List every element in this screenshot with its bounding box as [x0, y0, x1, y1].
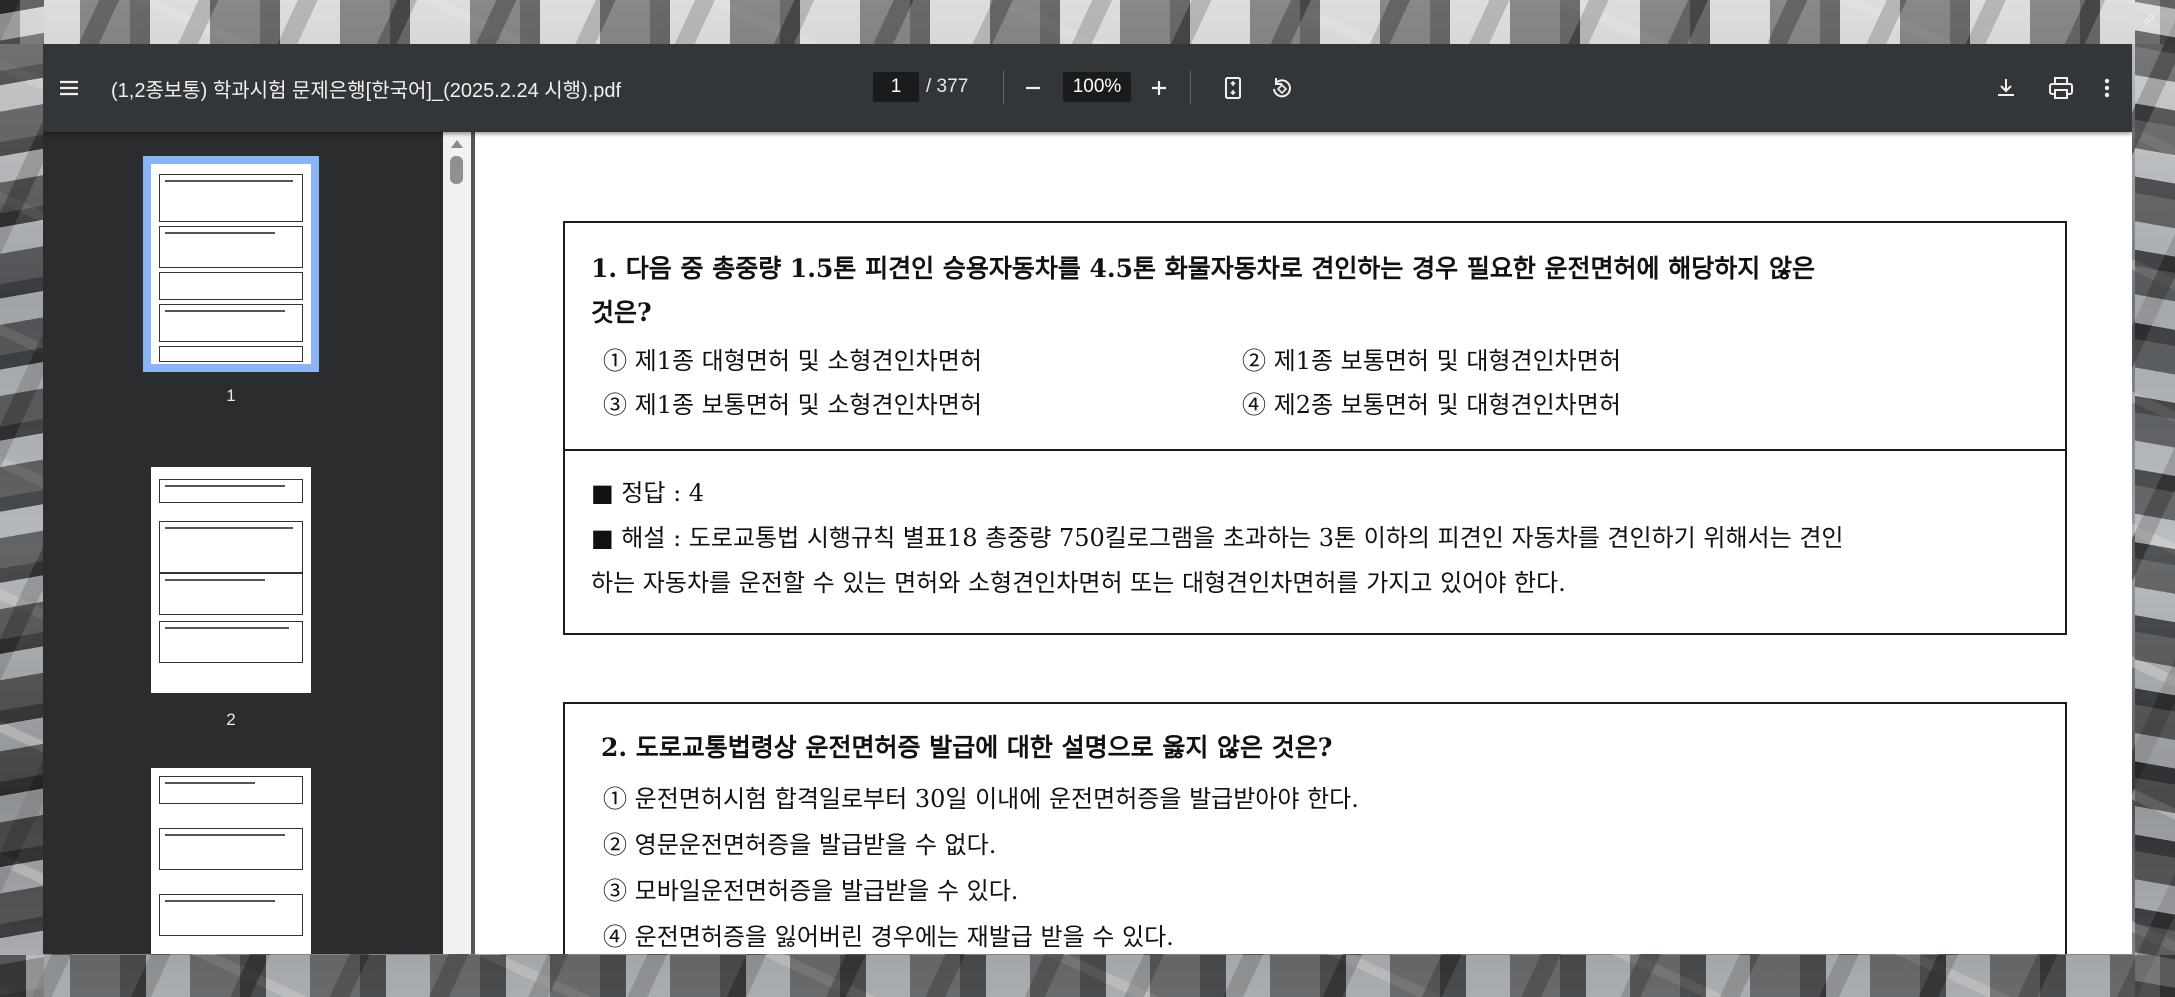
question-1-explanation-line-1: ■ 해설 : 도로교통법 시행규칙 별표18 총중량 750킬로그램을 초과하는… [591, 524, 1844, 552]
thumbnail-content [159, 776, 303, 804]
thumbnail-text [165, 180, 293, 182]
page-total: / 377 [926, 76, 969, 97]
question-2-option-4: ④ 운전면허증을 잃어버린 경우에는 재발급 받을 수 있다. [603, 923, 1174, 951]
plus-icon [1152, 81, 1166, 95]
thumbnail-text [165, 485, 285, 487]
document-title: (1,2종보통) 학과시험 문제은행[한국어]_(2025.2.24 시행).p… [111, 80, 622, 102]
question-2-option-3: ③ 모바일운전면허증을 발급받을 수 있다. [603, 877, 1019, 905]
background-photo-right [2135, 0, 2175, 997]
question-1-text: 1. 다음 중 총중량 1.5톤 피견인 승용자동차를 4.5톤 화물자동차로 … [591, 247, 2041, 335]
background-photo-top [0, 0, 2175, 44]
thumbnail-text [165, 579, 265, 581]
thumbnail-text [165, 232, 275, 234]
question-1-option-3: ③ 제1종 보통면허 및 소형견인차면허 [603, 391, 982, 419]
fit-page-button[interactable] [1213, 68, 1253, 108]
rotate-icon [1273, 78, 1291, 98]
background-photo-bottom [0, 955, 2175, 997]
menu-icon [60, 80, 78, 96]
question-1-line-2: 것은? [591, 298, 652, 327]
print-icon [2049, 77, 2073, 99]
menu-button[interactable] [49, 68, 89, 108]
fit-page-icon [1225, 77, 1241, 99]
page-number-input[interactable]: 1 [873, 72, 919, 102]
zoom-in-button[interactable] [1139, 68, 1179, 108]
question-1-explanation-line-2: 하는 자동차를 운전할 수 있는 면허와 소형견인차면허 또는 대형견인차면허를… [591, 569, 1566, 597]
download-button[interactable] [1986, 68, 2026, 108]
thumbnail-content [159, 272, 303, 300]
zoom-level-input[interactable]: 100% [1063, 72, 1131, 102]
pdf-toolbar: (1,2종보통) 학과시험 문제은행[한국어]_(2025.2.24 시행).p… [43, 44, 2132, 132]
question-2-option-1: ① 운전면허시험 합격일로부터 30일 이내에 운전면허증을 발급받아야 한다. [603, 785, 1359, 813]
rotate-button[interactable] [1262, 68, 1302, 108]
question-1-divider [565, 449, 2065, 451]
page-thumbnail-2[interactable] [151, 467, 311, 693]
thumbnail-content [159, 479, 303, 503]
question-2-box: 2. 도로교통법령상 운전면허증 발급에 대한 설명으로 옳지 않은 것은? ①… [563, 702, 2067, 954]
thumbnail-text [165, 834, 285, 836]
screen-corner-icon[interactable]: ⇗ [2137, 8, 2161, 32]
thumbnail-text [165, 310, 285, 312]
question-2-option-2: ② 영문운전면허증을 발급받을 수 없다. [603, 831, 997, 859]
thumbnail-text [165, 527, 293, 529]
more-options-button[interactable] [2087, 68, 2127, 108]
zoom-out-button[interactable] [1013, 68, 1053, 108]
scroll-up-arrow-icon[interactable] [451, 140, 463, 148]
question-1-box: 1. 다음 중 총중량 1.5톤 피견인 승용자동차를 4.5톤 화물자동차로 … [563, 221, 2067, 635]
thumbnail-label-1: 1 [226, 386, 236, 405]
pdf-viewer-window: (1,2종보통) 학과시험 문제은행[한국어]_(2025.2.24 시행).p… [43, 44, 2132, 954]
question-1-option-1: ① 제1종 대형면허 및 소형견인차면허 [603, 347, 982, 375]
question-1-line-1: 1. 다음 중 총중량 1.5톤 피견인 승용자동차를 4.5톤 화물자동차로 … [591, 254, 1815, 283]
question-1-option-4: ④ 제2종 보통면허 및 대형견인차면허 [1242, 391, 1621, 419]
page-thumbnail-1[interactable] [143, 156, 319, 372]
page-thumbnail-3[interactable] [151, 768, 311, 954]
scroll-thumb[interactable] [450, 156, 463, 184]
background-photo-left [0, 0, 44, 997]
toolbar-divider [1003, 70, 1004, 104]
thumbnail-sidebar: 1 2 3 [43, 132, 443, 954]
more-vert-icon [2104, 78, 2110, 98]
thumbnail-label-2: 2 [226, 710, 236, 729]
print-button[interactable] [2041, 68, 2081, 108]
thumbnail-text [165, 900, 275, 902]
thumbnail-content [159, 346, 303, 362]
minus-icon [1026, 86, 1040, 90]
question-1-answer: ■ 정답 : 4 [591, 479, 705, 507]
toolbar-divider [1190, 70, 1191, 104]
question-1-answer-section: ■ 정답 : 4 ■ 해설 : 도로교통법 시행규칙 별표18 총중량 750킬… [591, 471, 2046, 606]
download-icon [1998, 79, 2014, 96]
pdf-page: 1. 다음 중 총중량 1.5톤 피견인 승용자동차를 4.5톤 화물자동차로 … [475, 132, 2132, 954]
thumbnail-text [165, 627, 289, 629]
question-1-option-2: ② 제1종 보통면허 및 대형견인차면허 [1242, 347, 1621, 375]
sidebar-scrollbar[interactable] [443, 132, 471, 954]
question-2-text: 2. 도로교통법령상 운전면허증 발급에 대한 설명으로 옳지 않은 것은? [601, 733, 1333, 762]
thumbnail-text [165, 782, 255, 784]
